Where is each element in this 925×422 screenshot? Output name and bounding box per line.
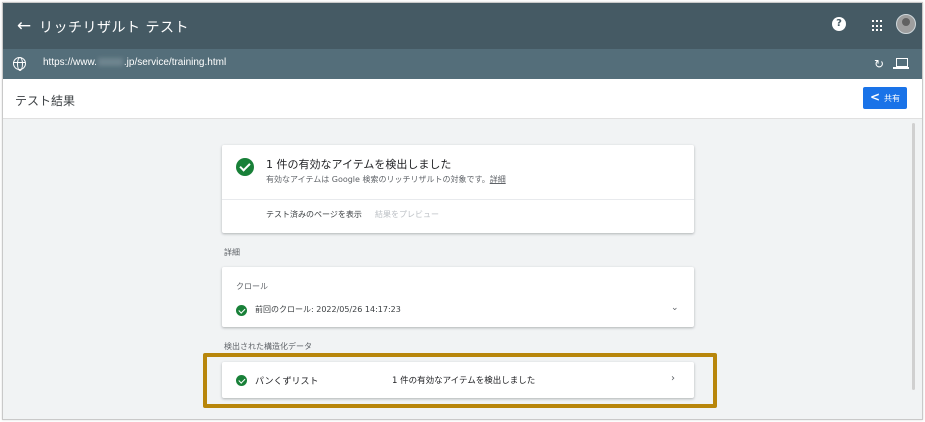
tested-url: https://www. .jp/service/training.html [43,57,226,68]
last-crawl-text: 前回のクロール: 2022/05/26 14:17:23 [255,305,401,314]
url-bar: https://www. .jp/service/training.html ↻ [3,49,922,79]
help-icon[interactable]: ? [832,17,846,31]
check-circle-icon [236,375,247,386]
check-circle-icon [236,158,254,176]
structured-data-item-name: パンくずリスト [255,377,319,387]
globe-icon [13,57,26,71]
app-bar: ← リッチリザルト テスト ? [3,3,922,49]
share-icon [870,90,880,104]
reload-icon[interactable]: ↻ [874,57,884,71]
chevron-right-icon[interactable]: › [671,373,675,384]
divider [222,199,694,200]
redacted-domain [97,58,123,67]
app-window: ← リッチリザルト テスト ? https://www. .jp/service/… [2,2,923,420]
page-title: テスト結果 [15,94,76,108]
crawl-card[interactable]: クロール 前回のクロール: 2022/05/26 14:17:23 ⌄ [222,267,694,327]
url-prefix: https://www. [43,57,97,68]
crawl-label: クロール [236,282,268,291]
arrow-back-icon[interactable]: ← [13,15,35,37]
url-suffix: .jp/service/training.html [123,57,227,68]
details-section-label: 詳細 [224,248,240,257]
preview-results-button[interactable]: 結果をプレビュー [375,209,439,220]
structured-data-item-breadcrumb[interactable]: パンくずリスト 1 件の有効なアイテムを検出しました › [222,362,694,398]
view-tested-page-button[interactable]: テスト済みのページを表示 [266,209,362,220]
chevron-down-icon[interactable]: ⌄ [671,303,679,313]
summary-description: 有効なアイテムは Google 検索のリッチリザルトの対象です。詳細 [266,174,506,185]
share-label: 共有 [884,93,900,103]
laptop-icon[interactable] [893,58,909,69]
summary-title: 1 件の有効なアイテムを検出しました [266,158,452,171]
details-link[interactable]: 詳細 [490,175,506,184]
share-button[interactable]: 共有 [863,87,907,109]
scrollbar[interactable] [912,123,915,390]
avatar[interactable] [896,14,916,34]
structured-data-section-label: 検出された構造化データ [224,342,312,351]
app-title: リッチリザルト テスト [39,20,189,36]
check-circle-icon [236,305,247,316]
results-header: テスト結果 共有 [3,79,922,119]
summary-description-text: 有効なアイテムは Google 検索のリッチリザルトの対象です。 [266,175,490,184]
apps-grid-icon[interactable] [872,20,884,32]
structured-data-item-status: 1 件の有効なアイテムを検出しました [392,376,536,386]
summary-card: 1 件の有効なアイテムを検出しました 有効なアイテムは Google 検索のリッ… [222,145,694,233]
